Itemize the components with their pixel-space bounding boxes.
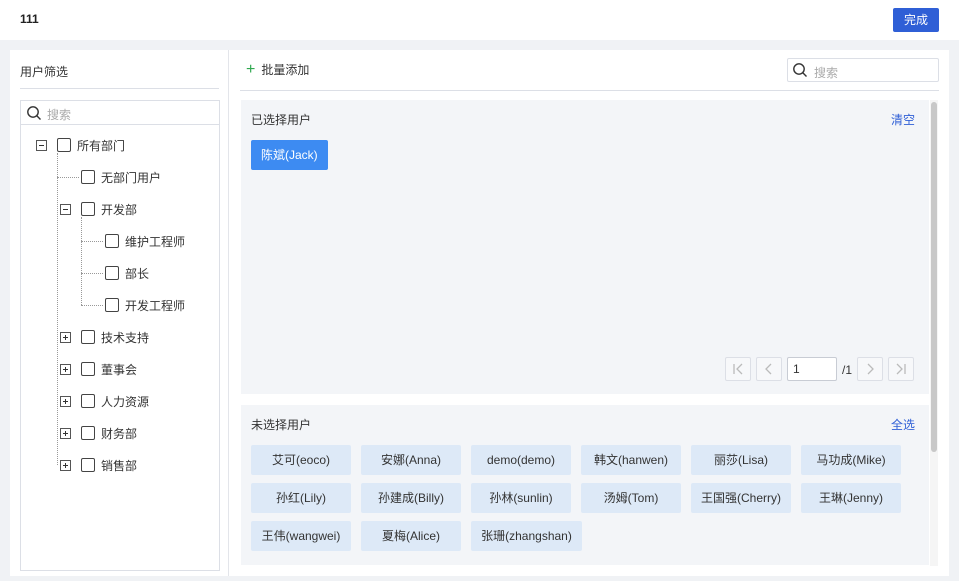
- selected-users-title: 已选择用户: [251, 113, 312, 127]
- tree-node-maintenance-engineer[interactable]: 维护工程师: [105, 232, 185, 250]
- tree-node-label: 无部门用户: [101, 170, 162, 185]
- first-page-button[interactable]: [725, 357, 751, 381]
- tree-node-tech-support[interactable]: 技术支持: [60, 328, 149, 346]
- tree-node-hr[interactable]: 人力资源: [60, 392, 149, 410]
- user-chip[interactable]: 丽莎(Lisa): [691, 445, 791, 475]
- user-chip[interactable]: 夏梅(Alice): [361, 521, 461, 551]
- department-tree: 搜索 所有部门 无部门用户 开发部 维护工程师 部长 开发工程师 技术支持 董事…: [20, 100, 220, 571]
- page-title: 111: [20, 12, 39, 26]
- checkbox[interactable]: [81, 458, 95, 472]
- tree-connector: [81, 217, 82, 305]
- tree-node-board[interactable]: 董事会: [60, 360, 137, 378]
- search-placeholder: 搜索: [814, 66, 839, 80]
- expand-icon[interactable]: [60, 395, 71, 407]
- chevron-right-icon: [867, 363, 874, 375]
- tree-node-label: 人力资源: [101, 394, 150, 409]
- page-number-input[interactable]: 1: [787, 357, 837, 381]
- tree-node-label: 董事会: [101, 362, 138, 377]
- user-chip[interactable]: demo(demo): [471, 445, 571, 475]
- tree-node-minister[interactable]: 部长: [105, 264, 149, 282]
- tree-node-label: 开发部: [101, 202, 138, 217]
- user-chip[interactable]: 孙建成(Billy): [361, 483, 461, 513]
- scrollbar[interactable]: [930, 100, 938, 566]
- user-chip[interactable]: 安娜(Anna): [361, 445, 461, 475]
- user-filter-panel: 用户筛选 搜索 所有部门 无部门用户 开发部 维护工程师 部长 开发工程师 技术…: [10, 50, 229, 576]
- collapse-icon[interactable]: [60, 203, 71, 215]
- tree-node-label: 技术支持: [101, 330, 150, 345]
- first-page-icon: [733, 363, 743, 375]
- tree-connector: [81, 305, 103, 306]
- tree-node-label: 部长: [125, 266, 150, 281]
- user-chip[interactable]: 汤姆(Tom): [581, 483, 681, 513]
- search-icon: [27, 106, 41, 120]
- tree-node-label: 所有部门: [77, 138, 126, 153]
- top-bar: 111 完成: [0, 0, 959, 40]
- clear-button[interactable]: 清空: [891, 111, 915, 128]
- user-chip[interactable]: 马功成(Mike): [801, 445, 901, 475]
- tree-search-input[interactable]: 搜索: [21, 101, 219, 125]
- tree-node-dev[interactable]: 开发部: [60, 200, 137, 218]
- checkbox[interactable]: [105, 266, 119, 280]
- checkbox[interactable]: [57, 138, 71, 152]
- checkbox[interactable]: [81, 394, 95, 408]
- tree-node-label: 销售部: [101, 458, 138, 473]
- user-chip[interactable]: 张珊(zhangshan): [471, 521, 582, 551]
- next-page-button[interactable]: [857, 357, 883, 381]
- search-placeholder: 搜索: [47, 108, 72, 122]
- collapse-icon[interactable]: [36, 139, 47, 151]
- checkbox[interactable]: [105, 298, 119, 312]
- tree-node-label: 维护工程师: [125, 234, 186, 249]
- batch-add-label: 批量添加: [261, 63, 310, 77]
- checkbox[interactable]: [105, 234, 119, 248]
- tree-connector: [81, 273, 103, 274]
- scrollbar-thumb[interactable]: [931, 102, 937, 452]
- user-chip[interactable]: 王国强(Cherry): [691, 483, 791, 513]
- last-page-icon: [896, 363, 906, 375]
- checkbox[interactable]: [81, 170, 95, 184]
- unselected-users-section: 未选择用户 全选 艾可(eoco) 安娜(Anna) demo(demo) 韩文…: [241, 405, 929, 565]
- expand-icon[interactable]: [60, 459, 71, 471]
- user-filter-title: 用户筛选: [20, 65, 69, 79]
- tree-connector: [57, 177, 79, 178]
- expand-icon[interactable]: [60, 363, 71, 375]
- tree-connector: [57, 153, 58, 465]
- expand-icon[interactable]: [60, 427, 71, 439]
- user-search-input[interactable]: 搜索: [787, 58, 939, 82]
- user-chip[interactable]: 孙林(sunlin): [471, 483, 571, 513]
- divider: [20, 88, 219, 89]
- tree-node-sales[interactable]: 销售部: [60, 456, 137, 474]
- last-page-button[interactable]: [888, 357, 914, 381]
- user-chip[interactable]: 王伟(wangwei): [251, 521, 351, 551]
- tree-node-all-departments[interactable]: 所有部门: [36, 136, 125, 154]
- unselected-users-title: 未选择用户: [251, 418, 312, 432]
- done-button[interactable]: 完成: [893, 8, 939, 32]
- expand-icon[interactable]: [60, 331, 71, 343]
- user-chip[interactable]: 王琳(Jenny): [801, 483, 901, 513]
- tree-node-label: 财务部: [101, 426, 138, 441]
- user-chip[interactable]: 孙红(Lily): [251, 483, 351, 513]
- page-total: /1: [842, 363, 853, 377]
- user-selection-panel: + 批量添加 搜索 已选择用户 清空 陈斌(Jack) 1 /1 未选择用户 全…: [230, 50, 949, 576]
- main-panel: 用户筛选 搜索 所有部门 无部门用户 开发部 维护工程师 部长 开发工程师 技术…: [10, 50, 949, 576]
- user-chip[interactable]: 韩文(hanwen): [581, 445, 681, 475]
- plus-icon: +: [246, 60, 256, 78]
- tree-connector: [81, 241, 103, 242]
- search-icon: [793, 63, 807, 77]
- tree-node-finance[interactable]: 财务部: [60, 424, 137, 442]
- checkbox[interactable]: [81, 362, 95, 376]
- batch-add-button[interactable]: + 批量添加: [246, 61, 309, 78]
- divider: [240, 90, 939, 91]
- checkbox[interactable]: [81, 330, 95, 344]
- selected-user-chip[interactable]: 陈斌(Jack): [251, 140, 328, 170]
- tree-node-label: 开发工程师: [125, 298, 186, 313]
- chevron-left-icon: [765, 363, 772, 375]
- tree-node-dev-engineer[interactable]: 开发工程师: [105, 296, 185, 314]
- checkbox[interactable]: [81, 426, 95, 440]
- prev-page-button[interactable]: [756, 357, 782, 381]
- tree-node-no-department[interactable]: 无部门用户: [81, 168, 161, 186]
- select-all-button[interactable]: 全选: [891, 416, 915, 433]
- selected-users-section: 已选择用户 清空 陈斌(Jack) 1 /1: [241, 100, 929, 394]
- checkbox[interactable]: [81, 202, 95, 216]
- user-chip[interactable]: 艾可(eoco): [251, 445, 351, 475]
